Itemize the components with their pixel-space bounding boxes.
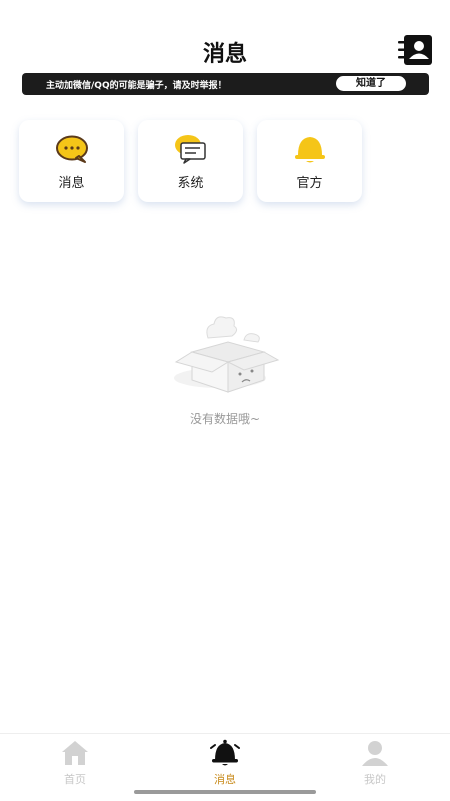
scam-warning-text: 主动加微信/QQ的可能是骗子，请及时举报！: [46, 81, 227, 91]
bell-icon: [210, 739, 240, 766]
empty-box-illustration: [174, 316, 280, 393]
contacts-icon: [398, 35, 432, 65]
user-icon: [362, 741, 388, 766]
scam-warning-banner: 主动加微信/QQ的可能是骗子，请及时举报！ 知道了: [22, 73, 429, 95]
category-label: 官方: [296, 176, 323, 191]
tab-profile-label: 我的: [364, 773, 386, 786]
chat-bubble-icon: [56, 135, 88, 163]
category-label: 消息: [58, 176, 85, 191]
header: 消息: [0, 28, 450, 72]
category-card-messages[interactable]: 消息: [19, 120, 124, 202]
tab-messages[interactable]: 消息: [195, 738, 255, 786]
home-indicator[interactable]: [134, 790, 316, 794]
page-title: 消息: [202, 42, 247, 67]
tab-messages-label: 消息: [214, 773, 236, 786]
empty-state-text: 没有数据哦~: [189, 412, 261, 426]
dismiss-warning-button[interactable]: 知道了: [336, 76, 406, 91]
home-icon: [62, 741, 88, 765]
tab-profile[interactable]: 我的: [345, 738, 405, 786]
contacts-button[interactable]: [396, 34, 434, 66]
tab-home-label: 首页: [64, 773, 86, 786]
category-label: 系统: [177, 176, 204, 191]
category-card-official[interactable]: 官方: [257, 120, 362, 202]
category-card-system[interactable]: 系统: [138, 120, 243, 202]
bell-icon: [295, 137, 325, 163]
system-message-icon: [175, 135, 206, 164]
tab-home[interactable]: 首页: [45, 738, 105, 786]
